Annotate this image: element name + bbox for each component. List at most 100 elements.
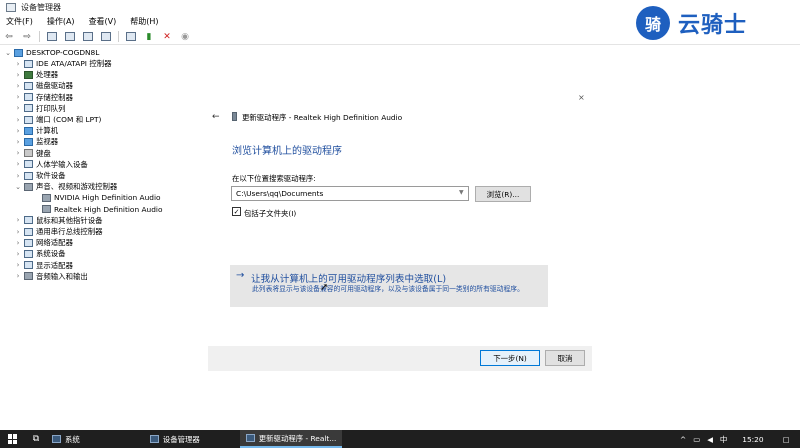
next-button[interactable]: 下一步(N) [480,350,540,366]
forward-arrow-icon[interactable]: ⇨ [21,31,33,43]
start-button[interactable] [0,430,26,448]
toolbar-divider [118,31,119,42]
tree-item[interactable]: › 计算机 [14,125,59,136]
clock[interactable]: 15:20 [742,435,763,444]
menu-help[interactable]: 帮助(H) [130,16,158,27]
keyboard-icon [24,149,33,158]
network-icon[interactable]: ▭ [693,435,700,444]
tree-item[interactable]: › 人体学输入设备 [14,159,88,170]
knight-logo-icon: 骑 [636,6,670,40]
help-icon[interactable] [82,31,94,43]
show-hide-tree-icon[interactable] [46,31,58,43]
tree-item[interactable]: › 磁盘驱动器 [14,80,73,91]
tree-item[interactable]: › 鼠标和其他指针设备 [14,215,103,226]
ime-indicator[interactable]: 中 [720,434,727,445]
driver-path-input[interactable]: C:\Users\qq\Documents [231,186,469,201]
menu-view[interactable]: 查看(V) [89,16,117,27]
menu-file[interactable]: 文件(F) [6,16,33,27]
watermark-text: 云骑士 [678,13,748,38]
disk-drive-icon [24,81,33,90]
chevron-right-icon[interactable]: › [14,93,22,101]
mouse-icon [24,216,33,225]
chevron-right-icon[interactable]: › [14,261,22,269]
tree-item[interactable]: › 处理器 [14,69,59,80]
task-view-icon[interactable]: ⧉ [26,430,46,448]
tree-item[interactable]: › 音频输入和输出 [14,271,88,282]
tree-item-label: 网络适配器 [36,238,73,248]
chevron-right-icon[interactable]: › [14,149,22,157]
tree-item-label: 磁盘驱动器 [36,81,73,91]
tree-item[interactable]: › 通用串行总线控制器 [14,226,103,237]
chevron-right-icon[interactable]: › [14,250,22,258]
tree-item-label: NVIDIA High Definition Audio [54,193,161,203]
taskbar-item-device-manager[interactable]: 设备管理器 [144,430,206,448]
volume-icon[interactable]: ◀ [707,435,713,444]
scan-hardware-icon[interactable] [125,31,137,43]
chevron-down-icon[interactable]: ⌄ [4,49,12,57]
tree-item[interactable]: Realtek High Definition Audio [32,204,163,215]
properties-icon[interactable] [64,31,76,43]
tree-item[interactable]: › 键盘 [14,148,51,159]
tree-item-label: 计算机 [36,126,59,136]
dialog-close-button[interactable]: × [578,93,585,102]
tree-item[interactable]: › 监视器 [14,136,59,147]
taskbar-item-system[interactable]: 系统 [46,430,86,448]
update-driver-dialog [208,93,592,373]
system-device-icon [24,249,33,258]
chevron-right-icon[interactable]: › [14,228,22,236]
pick-from-list-title[interactable]: 让我从计算机上的可用驱动程序列表中选取(L) [251,271,446,285]
tree-item[interactable]: › 存储控制器 [14,92,73,103]
uninstall-device-icon[interactable]: ✕ [161,31,173,43]
browse-button[interactable]: 浏览(R)... [475,186,531,202]
chevron-right-icon[interactable]: › [14,172,22,180]
computer-icon [24,126,33,135]
disable-device-icon[interactable]: ◉ [179,31,191,43]
storage-controller-icon [24,93,33,102]
tree-item-label: 存储控制器 [36,92,73,102]
disk-controller-icon [24,59,33,68]
menu-action[interactable]: 操作(A) [47,16,75,27]
tree-item-label: 音频输入和输出 [36,271,88,281]
tree-item[interactable]: › 系统设备 [14,248,66,259]
chevron-right-icon[interactable]: › [14,116,22,124]
chevron-right-icon[interactable]: › [14,216,22,224]
tree-item[interactable]: › 软件设备 [14,170,66,181]
chevron-right-icon[interactable]: › [14,272,22,280]
chevron-right-icon[interactable]: › [14,239,22,247]
chevron-right-icon[interactable]: › [14,160,22,168]
tray-chevron-icon[interactable]: ^ [680,435,686,444]
view-icon[interactable] [100,31,112,43]
chevron-right-icon[interactable]: › [14,138,22,146]
chevron-down-icon[interactable]: ▼ [459,189,464,196]
cancel-button[interactable]: 取消 [545,350,585,366]
tree-item-label: 鼠标和其他指针设备 [36,215,103,225]
tree-item-label: 处理器 [36,70,59,80]
taskbar-item-update-driver[interactable]: 更新驱动程序 - Realt... [239,430,343,448]
chevron-right-icon[interactable]: › [14,104,22,112]
tree-item[interactable]: › 显示适配器 [14,260,73,271]
tree-item[interactable]: NVIDIA High Definition Audio [32,192,161,203]
notification-icon[interactable]: ▢ [783,435,790,444]
dialog-back-button[interactable]: ← [212,112,220,122]
port-icon [24,115,33,124]
include-subfolders-checkbox[interactable]: ✓ [232,207,241,216]
chevron-right-icon[interactable]: › [14,60,22,68]
tree-item[interactable]: › 打印队列 [14,103,66,114]
mouse-cursor-icon: ➚ [320,282,329,293]
tree-item-label: IDE ATA/ATAPI 控制器 [36,59,112,68]
tree-item[interactable]: › 端口 (COM 和 LPT) [14,114,102,125]
chevron-right-icon[interactable]: › [14,71,22,79]
tree-root-computer[interactable]: ⌄ DESKTOP-COGDN8L [4,47,99,58]
tree-item[interactable]: › 网络适配器 [14,237,73,248]
chevron-right-icon[interactable]: › [14,127,22,135]
update-driver-icon[interactable]: ▮ [143,31,155,43]
back-arrow-icon[interactable]: ⇦ [3,31,15,43]
tree-item-label: Realtek High Definition Audio [54,204,163,214]
tree-item[interactable]: ⌄ 声音、视频和游戏控制器 [14,181,117,192]
toolbar-divider [39,31,40,42]
chevron-down-icon[interactable]: ⌄ [14,183,22,191]
system-icon [52,435,61,443]
include-subfolders-label: 包括子文件夹(I) [244,209,297,218]
tree-item[interactable]: › IDE ATA/ATAPI 控制器 [14,58,112,69]
chevron-right-icon[interactable]: › [14,82,22,90]
